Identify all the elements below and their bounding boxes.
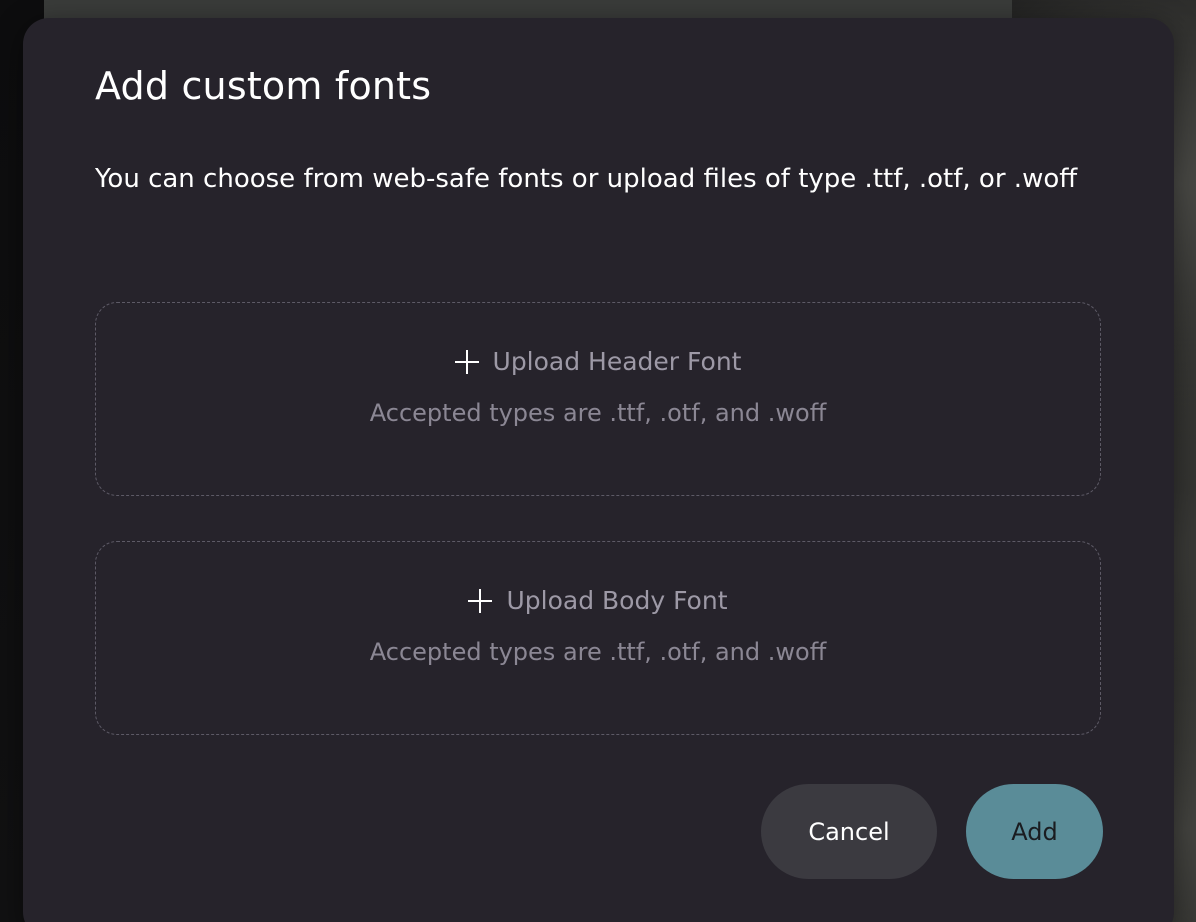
upload-header-font-dropzone[interactable]: Upload Header Font Accepted types are .t…	[95, 302, 1101, 496]
upload-header-font-hint: Accepted types are .ttf, .otf, and .woff	[369, 399, 827, 427]
plus-icon	[468, 588, 493, 613]
add-button[interactable]: Add	[966, 784, 1103, 879]
upload-header-font-row: Upload Header Font	[96, 347, 1100, 376]
dialog-description: You can choose from web-safe fonts or up…	[95, 164, 1078, 194]
upload-header-font-label: Upload Header Font	[492, 347, 742, 376]
add-custom-fonts-dialog: Add custom fonts You can choose from web…	[23, 18, 1174, 922]
dialog-title: Add custom fonts	[95, 64, 432, 108]
plus-icon	[454, 349, 479, 374]
upload-body-font-dropzone[interactable]: Upload Body Font Accepted types are .ttf…	[95, 541, 1101, 735]
upload-body-font-label: Upload Body Font	[506, 586, 728, 615]
upload-body-font-row: Upload Body Font	[96, 586, 1100, 615]
upload-body-font-hint: Accepted types are .ttf, .otf, and .woff	[369, 638, 827, 666]
cancel-button[interactable]: Cancel	[761, 784, 937, 879]
